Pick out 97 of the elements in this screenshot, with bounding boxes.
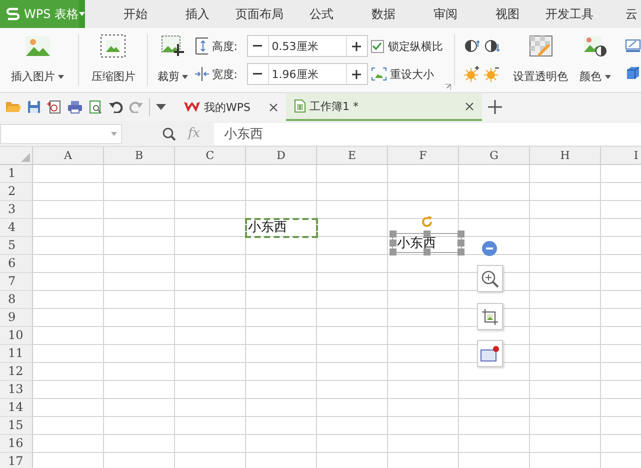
picture-border-icon[interactable] xyxy=(625,39,641,53)
height-label: 高度: xyxy=(212,38,238,54)
column-header[interactable]: F xyxy=(388,147,459,165)
row-header[interactable]: 6 xyxy=(0,255,33,273)
row-header[interactable]: 7 xyxy=(0,273,33,291)
column-header[interactable]: G xyxy=(459,147,530,165)
brightness-up-icon[interactable] xyxy=(464,66,480,82)
color-icon xyxy=(582,34,608,58)
w-logo-icon xyxy=(184,101,200,113)
table-cell[interactable]: 小东西 xyxy=(245,218,318,238)
formula-input[interactable]: 小东西 xyxy=(214,122,641,144)
menu-tab[interactable]: 公式 xyxy=(290,0,353,28)
row-header[interactable]: 14 xyxy=(0,399,33,417)
caret-icon xyxy=(604,74,611,78)
contrast-up-icon[interactable] xyxy=(464,38,480,54)
compress-picture-button[interactable]: 压缩图片 xyxy=(82,28,144,92)
menu-tab[interactable]: 插入 xyxy=(166,0,229,28)
crop-button[interactable]: 裁剪 xyxy=(151,28,195,92)
dialog-launcher-icon[interactable] xyxy=(444,84,451,90)
height-spinner[interactable]: 0.53厘米 xyxy=(246,35,368,57)
caret-icon xyxy=(111,132,117,136)
column-header[interactable]: A xyxy=(33,147,104,165)
column-header[interactable]: I xyxy=(601,147,641,165)
column-header[interactable]: E xyxy=(317,147,388,165)
rotate-handle-icon[interactable] xyxy=(420,215,434,229)
compress-picture-icon xyxy=(100,34,126,58)
document-tab[interactable]: 我的WPS xyxy=(176,93,286,121)
row-header[interactable]: 5 xyxy=(0,237,33,255)
column-header[interactable]: H xyxy=(530,147,601,165)
plus-icon xyxy=(352,42,362,50)
caret-icon xyxy=(78,12,85,16)
row-header[interactable]: 3 xyxy=(0,201,33,219)
crop-icon xyxy=(160,34,186,58)
column-header[interactable]: D xyxy=(246,147,317,165)
close-icon[interactable] xyxy=(268,102,278,112)
crop-icon xyxy=(481,308,499,326)
spreadsheet-document-icon xyxy=(294,99,306,113)
column-header[interactable]: B xyxy=(104,147,175,165)
caret-icon xyxy=(182,74,188,78)
width-label: 宽度: xyxy=(212,66,238,82)
cube-icon[interactable] xyxy=(625,65,641,81)
contrast-down-icon[interactable] xyxy=(484,38,500,54)
caret-icon xyxy=(58,74,64,78)
width-icon xyxy=(194,65,209,83)
menu-tab[interactable]: 开始 xyxy=(104,0,167,28)
color-button[interactable]: 颜色 xyxy=(575,28,616,92)
minus-icon xyxy=(253,45,262,47)
resize-picture-icon xyxy=(370,67,387,81)
transparent-color-icon xyxy=(528,34,554,58)
check-icon xyxy=(372,42,382,50)
picture-icon xyxy=(24,34,51,58)
width-spinner[interactable]: 1.96厘米 xyxy=(246,63,368,85)
row-header[interactable]: 9 xyxy=(0,309,33,327)
row-header[interactable]: 13 xyxy=(0,381,33,399)
menu-tab[interactable]: 审阅 xyxy=(414,0,477,28)
lock-aspect-ratio-checkbox[interactable]: 锁定纵横比 xyxy=(370,38,443,54)
row-header[interactable]: 12 xyxy=(0,363,33,381)
column-header[interactable]: C xyxy=(175,147,246,165)
document-tab[interactable]: 工作簿1 * xyxy=(286,93,482,121)
row-header[interactable]: 1 xyxy=(0,165,33,183)
zoom-in-button[interactable] xyxy=(477,265,503,292)
zoom-in-icon xyxy=(481,270,499,288)
menu-tab[interactable]: 开发工具 xyxy=(538,0,601,28)
plus-icon xyxy=(352,70,362,78)
insert-picture-button[interactable]: 插入图片 xyxy=(0,28,76,92)
row-header[interactable]: 11 xyxy=(0,345,33,363)
minus-icon xyxy=(253,73,262,75)
print-icon[interactable] xyxy=(67,100,83,114)
close-icon[interactable] xyxy=(464,102,474,110)
logo-icon xyxy=(6,7,20,21)
menu-tab[interactable]: 云 xyxy=(600,0,641,28)
row-header[interactable]: 10 xyxy=(0,327,33,345)
row-header[interactable]: 4 xyxy=(0,219,33,237)
undo-icon[interactable] xyxy=(109,101,123,113)
row-header[interactable]: 2 xyxy=(0,183,33,201)
save-icon[interactable] xyxy=(27,100,41,114)
new-tab-icon[interactable] xyxy=(488,100,502,114)
frame-icon xyxy=(480,344,500,362)
print-preview-icon[interactable] xyxy=(89,100,103,114)
menu-tab[interactable]: 数据 xyxy=(352,0,415,28)
height-icon xyxy=(194,37,209,55)
row-header[interactable]: 16 xyxy=(0,435,33,453)
reset-size-button[interactable]: 重设大小 xyxy=(370,66,434,82)
crop-picture-button[interactable] xyxy=(477,303,503,330)
menu-tab[interactable]: 页面布局 xyxy=(228,0,291,28)
row-header[interactable]: 15 xyxy=(0,417,33,435)
row-header[interactable]: 8 xyxy=(0,291,33,309)
row-header[interactable]: 17 xyxy=(0,453,33,468)
menu-tab[interactable]: 视图 xyxy=(476,0,539,28)
dropdown-caret-icon[interactable] xyxy=(156,104,166,110)
picture-frame-button[interactable] xyxy=(477,340,503,367)
resize-handle[interactable] xyxy=(424,248,430,256)
collapse-icon[interactable] xyxy=(482,241,497,256)
search-icon[interactable] xyxy=(162,126,176,140)
export-pdf-icon[interactable] xyxy=(47,100,61,114)
set-transparent-color-button[interactable]: 设置透明色 xyxy=(506,28,576,92)
resize-handle[interactable] xyxy=(424,230,430,238)
